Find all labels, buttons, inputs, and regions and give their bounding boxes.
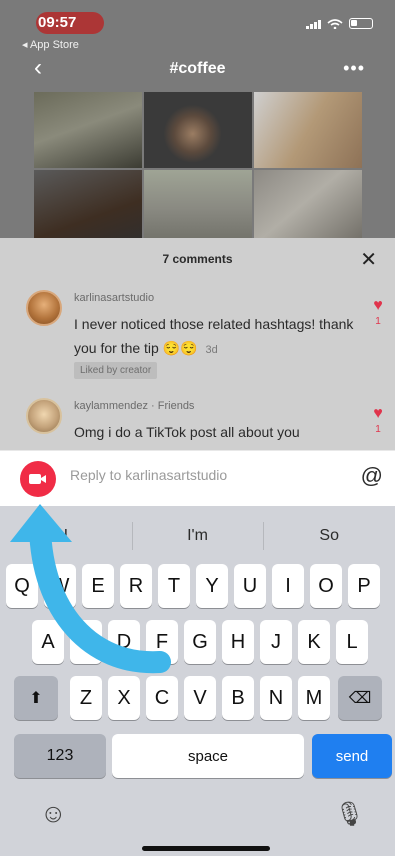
comments-count-title: 7 comments — [162, 252, 233, 266]
predictive-bar: I I'm So — [0, 506, 395, 554]
key-w[interactable]: W — [44, 564, 76, 608]
key-y[interactable]: Y — [196, 564, 228, 608]
page-title: #coffee — [169, 60, 226, 77]
home-indicator — [142, 846, 270, 851]
key-x[interactable]: X — [108, 676, 140, 720]
key-e[interactable]: E — [82, 564, 114, 608]
hashtag-page-background: 09:57 ◂ App Store ‹ #coffee ••• — [0, 0, 395, 246]
shift-icon[interactable]: ⬆ — [14, 676, 58, 720]
key-row: ⬆ Z X C V B N M ⌫ — [0, 676, 395, 720]
close-icon[interactable]: ✕ — [360, 247, 377, 272]
key-o[interactable]: O — [310, 564, 342, 608]
key-s[interactable]: S — [70, 620, 102, 664]
key-t[interactable]: T — [158, 564, 190, 608]
video-thumbnail[interactable] — [254, 170, 362, 246]
key-row: Q W E R T Y U I O P — [0, 564, 395, 608]
suggestion[interactable]: So — [263, 506, 395, 554]
key-m[interactable]: M — [298, 676, 330, 720]
key-z[interactable]: Z — [70, 676, 102, 720]
key-h[interactable]: H — [222, 620, 254, 664]
more-icon[interactable]: ••• — [343, 58, 365, 79]
key-a[interactable]: A — [32, 620, 64, 664]
reply-bar: @ — [0, 450, 395, 506]
heart-icon[interactable]: ♥ — [370, 298, 386, 314]
comments-sheet: 7 comments ✕ karlinasartstudio I never n… — [0, 238, 395, 450]
suggestion[interactable]: I'm — [131, 506, 264, 554]
key-g[interactable]: G — [184, 620, 216, 664]
key-c[interactable]: C — [146, 676, 178, 720]
key-p[interactable]: P — [348, 564, 380, 608]
status-bar: 09:57 ◂ App Store — [0, 12, 395, 51]
like-count: 1 — [375, 424, 381, 435]
comment-username[interactable]: karlinasartstudio — [74, 292, 154, 304]
send-button[interactable]: send — [312, 734, 392, 778]
battery-icon — [349, 18, 373, 29]
space-key[interactable]: space — [112, 734, 304, 778]
comment-username[interactable]: kaylammendez · Friends — [74, 400, 194, 412]
video-thumbnail[interactable] — [34, 170, 142, 246]
at-icon[interactable]: @ — [361, 463, 383, 489]
like-button[interactable]: ♥ 1 — [370, 406, 386, 436]
key-j[interactable]: J — [260, 620, 292, 664]
comment-text: Omg i do a TikTok post all about you — [74, 420, 354, 444]
suggestion[interactable]: I — [0, 506, 132, 554]
mic-icon[interactable]: 🎙 — [335, 800, 365, 829]
back-to-app-store[interactable]: ◂ App Store — [22, 38, 79, 51]
reply-input[interactable] — [70, 467, 360, 483]
nav-bar: ‹ #coffee ••• — [0, 56, 395, 84]
video-thumbnail[interactable] — [254, 92, 362, 168]
avatar[interactable] — [26, 398, 62, 434]
key-n[interactable]: N — [260, 676, 292, 720]
comment-text: I never noticed those related hashtags! … — [74, 312, 354, 362]
key-k[interactable]: K — [298, 620, 330, 664]
video-thumbnail[interactable] — [144, 92, 252, 168]
key-row: A S D F G H J K L — [0, 620, 395, 664]
key-u[interactable]: U — [234, 564, 266, 608]
wifi-icon — [327, 18, 343, 29]
heart-icon[interactable]: ♥ — [370, 406, 386, 422]
keyboard-bottom-bar: ☺ 🎙 — [0, 798, 395, 838]
key-d[interactable]: D — [108, 620, 140, 664]
like-button[interactable]: ♥ 1 — [370, 298, 386, 328]
key-r[interactable]: R — [120, 564, 152, 608]
key-f[interactable]: F — [146, 620, 178, 664]
video-grid — [34, 92, 362, 246]
numbers-key[interactable]: 123 — [14, 734, 106, 778]
signal-icon — [306, 19, 321, 29]
comment-body: Omg i do a TikTok post all about you — [74, 424, 300, 440]
emoji-icon[interactable]: ☺ — [40, 798, 67, 829]
status-time: 09:57 — [38, 14, 77, 31]
camera-icon — [29, 474, 46, 484]
key-l[interactable]: L — [336, 620, 368, 664]
status-icons — [306, 18, 373, 29]
key-b[interactable]: B — [222, 676, 254, 720]
ios-keyboard: I I'm So Q W E R T Y U I O P A S D F G H… — [0, 506, 395, 856]
key-v[interactable]: V — [184, 676, 216, 720]
comment-item: kaylammendez · Friends Omg i do a TikTok… — [26, 398, 386, 450]
comment-time: 3d — [205, 344, 218, 356]
key-i[interactable]: I — [272, 564, 304, 608]
key-q[interactable]: Q — [6, 564, 38, 608]
video-thumbnail[interactable] — [34, 92, 142, 168]
like-count: 1 — [375, 316, 381, 327]
camera-button[interactable] — [20, 461, 56, 497]
avatar[interactable] — [26, 290, 62, 326]
comment-item: karlinasartstudio I never noticed those … — [26, 290, 386, 380]
delete-icon[interactable]: ⌫ — [338, 676, 382, 720]
video-thumbnail[interactable] — [144, 170, 252, 246]
key-row: 123 space send — [0, 734, 395, 778]
liked-by-creator-badge: Liked by creator — [74, 362, 158, 379]
